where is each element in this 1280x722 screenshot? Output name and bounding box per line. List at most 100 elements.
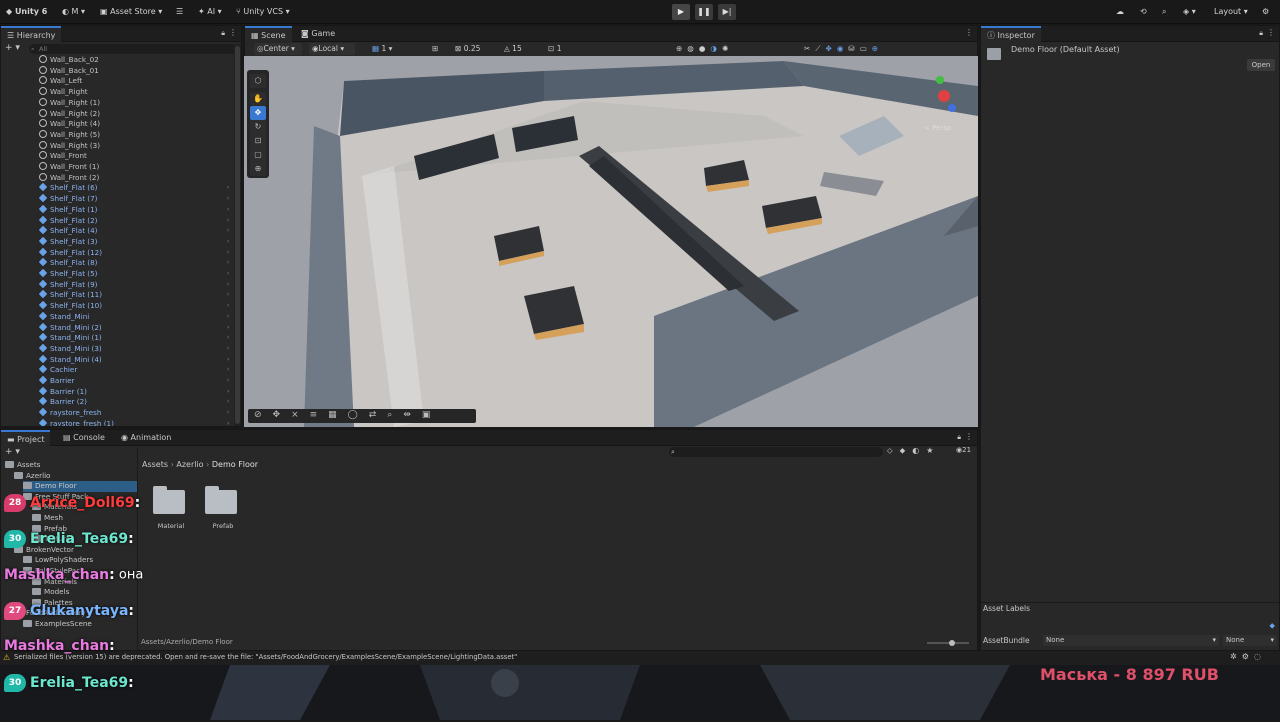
rect-tool-icon[interactable]: ▢ bbox=[250, 148, 266, 162]
scene-view-options[interactable]: ⊕◍●◑✺ bbox=[676, 43, 733, 55]
more-icon[interactable]: ⋮ bbox=[229, 28, 237, 37]
scene-viewport[interactable] bbox=[244, 56, 978, 427]
camera-icon[interactable]: ▭ bbox=[860, 44, 872, 53]
progress-icon[interactable]: ◌ bbox=[1254, 652, 1266, 661]
gizmo-icon[interactable]: ✥ bbox=[826, 44, 837, 53]
hierarchy-item[interactable]: Stand_Mini (4) › bbox=[38, 354, 229, 366]
shading-icon[interactable]: ◍ bbox=[687, 44, 699, 53]
hierarchy-item[interactable]: Wall_Back_01 bbox=[39, 65, 99, 77]
hierarchy-item[interactable]: Barrier › bbox=[38, 375, 229, 387]
hierarchy-item[interactable]: Wall_Right (4) bbox=[39, 119, 100, 130]
prefab-open-icon[interactable]: › bbox=[227, 226, 229, 237]
hierarchy-item[interactable]: Barrier (1) › bbox=[38, 386, 229, 398]
layers-icon[interactable]: ⛁ bbox=[848, 44, 859, 53]
status-icons[interactable]: ✲⚙◌ bbox=[1230, 652, 1266, 661]
breadcrumb-item[interactable]: Azerlio bbox=[176, 460, 203, 469]
grid-snap-toggle[interactable]: ▦ 1 ▾ bbox=[372, 43, 392, 55]
prefab-open-icon[interactable]: › bbox=[227, 290, 229, 301]
hierarchy-item[interactable]: Wall_Front (2) bbox=[39, 172, 99, 184]
zoom-slider-thumb[interactable] bbox=[949, 640, 955, 646]
more-icon[interactable]: ⋮ bbox=[965, 28, 973, 37]
layout-dropdown[interactable]: Layout ▾ bbox=[1214, 5, 1248, 19]
prefab-open-icon[interactable]: › bbox=[227, 408, 229, 419]
space-dropdown[interactable]: ◉Local ▾ bbox=[309, 43, 355, 55]
search-input[interactable]: ⌕ All bbox=[29, 44, 239, 54]
history-icon[interactable]: ⟲ bbox=[1140, 5, 1147, 19]
label-icon[interactable]: ⬥ bbox=[900, 446, 913, 455]
audio-icon[interactable]: ⟋ bbox=[815, 44, 825, 53]
hierarchy-item[interactable]: raystore_fresh (1) › bbox=[38, 418, 229, 426]
create-button[interactable]: + ▾ bbox=[5, 447, 20, 457]
hierarchy-item[interactable]: Wall_Right (2) bbox=[39, 108, 100, 120]
globe-icon[interactable]: ⊕ bbox=[676, 44, 687, 53]
cloud-icon[interactable]: ☁ bbox=[1116, 5, 1124, 19]
sphere-icon[interactable]: ● bbox=[699, 44, 711, 53]
play-button[interactable]: ▶ bbox=[672, 4, 690, 20]
filter-icon[interactable]: ⬦ bbox=[887, 446, 900, 455]
asset-bundle-dropdown[interactable]: None ▾ bbox=[1043, 635, 1219, 646]
hierarchy-item[interactable]: Stand_Mini (2) › bbox=[38, 322, 229, 334]
hierarchy-item[interactable]: Shelf_Flat (11) › bbox=[38, 290, 229, 301]
prefab-open-icon[interactable]: › bbox=[227, 248, 229, 259]
move-tool-icon[interactable]: ✥ bbox=[250, 106, 266, 120]
hierarchy-item[interactable]: Stand_Mini › bbox=[38, 311, 229, 323]
tag-icon[interactable]: ⬥ bbox=[1269, 621, 1275, 631]
transform-tool-icon[interactable]: ⊕ bbox=[250, 162, 266, 176]
type-icon[interactable]: ◐ bbox=[912, 446, 926, 455]
hierarchy-item[interactable]: Cachier › bbox=[38, 365, 229, 376]
prefab-open-icon[interactable]: › bbox=[227, 387, 229, 398]
scale-tool-icon[interactable]: ⊡ bbox=[250, 134, 266, 148]
rotate-snap-field[interactable]: ◬ 15 bbox=[504, 43, 522, 55]
lighting-icon[interactable]: ✺ bbox=[722, 44, 733, 53]
step-button[interactable]: ▶| bbox=[718, 4, 736, 20]
gizmos-dropdown[interactable]: ⊕ bbox=[872, 44, 883, 53]
hierarchy-item[interactable]: Shelf_Flat (3) › bbox=[38, 236, 229, 248]
lock-icon[interactable]: 🔒︎ bbox=[957, 433, 961, 442]
hierarchy-item[interactable]: Barrier (2) › bbox=[38, 397, 229, 408]
scrollbar-thumb[interactable] bbox=[235, 46, 240, 424]
prefab-open-icon[interactable]: › bbox=[227, 376, 229, 387]
hierarchy-item[interactable]: Stand_Mini (1) › bbox=[38, 332, 229, 344]
hierarchy-item[interactable]: Wall_Right (5) bbox=[39, 129, 100, 141]
hierarchy-item[interactable]: Wall_Front (1) bbox=[39, 162, 99, 173]
hierarchy-item[interactable]: Shelf_Flat (1) › bbox=[38, 204, 229, 216]
prefab-open-icon[interactable]: › bbox=[227, 355, 229, 366]
menu-icon[interactable]: ☰ bbox=[176, 5, 183, 19]
hierarchy-item[interactable]: Shelf_Flat (8) › bbox=[38, 258, 229, 269]
hidden-count[interactable]: ◉21 bbox=[956, 446, 971, 454]
project-tree-item[interactable]: Azerlio bbox=[14, 471, 50, 482]
component-tools[interactable]: ⊘✥⨯≡▦◯⇄⌕⇹▣ bbox=[254, 410, 441, 420]
settings-icon[interactable]: ⚙ bbox=[1262, 5, 1269, 19]
hierarchy-item[interactable]: Shelf_Flat (4) › bbox=[38, 225, 229, 237]
project-search-input[interactable]: ⌕ bbox=[669, 447, 883, 457]
tab-scene[interactable]: ▦ Scene bbox=[245, 26, 292, 42]
lock-icon[interactable]: 🔒︎ bbox=[1259, 29, 1263, 38]
add-button[interactable]: + ▾ bbox=[5, 43, 20, 53]
hierarchy-item[interactable]: Shelf_Flat (7) › bbox=[38, 193, 229, 205]
prefab-open-icon[interactable]: › bbox=[227, 216, 229, 227]
rotate-tool-icon[interactable]: ↻ bbox=[250, 120, 266, 134]
hierarchy-item[interactable]: Wall_Left bbox=[39, 76, 82, 87]
fx-icon[interactable]: ✂ bbox=[804, 44, 815, 53]
unity-logo-menu[interactable]: ◆ Unity 6 bbox=[6, 5, 47, 19]
asset-store-dropdown[interactable]: ▣ Asset Store ▾ bbox=[100, 5, 162, 19]
tab-hierarchy[interactable]: ☰ Hierarchy bbox=[1, 26, 62, 42]
tab-console[interactable]: ▤ Console bbox=[57, 430, 111, 446]
hierarchy-item[interactable]: Wall_Front bbox=[39, 151, 87, 162]
prefab-open-icon[interactable]: › bbox=[227, 365, 229, 376]
vcs-dropdown[interactable]: ⑂ Unity VCS ▾ bbox=[236, 5, 290, 19]
ai-dropdown[interactable]: ✦ AI ▾ bbox=[198, 5, 222, 19]
tab-project[interactable]: ▬ Project bbox=[1, 430, 51, 446]
account-dropdown[interactable]: ◐ M ▾ bbox=[62, 5, 85, 19]
breadcrumb-item[interactable]: Demo Floor bbox=[212, 460, 258, 469]
project-tree-item[interactable]: Assets bbox=[5, 460, 40, 471]
prefab-open-icon[interactable]: › bbox=[227, 419, 229, 426]
prefab-open-icon[interactable]: › bbox=[227, 397, 229, 408]
prefab-open-icon[interactable]: › bbox=[227, 269, 229, 280]
prefab-open-icon[interactable]: › bbox=[227, 237, 229, 248]
scene-view-options-right[interactable]: ✂⟋✥◉⛁▭⊕ bbox=[804, 43, 883, 55]
prefab-open-icon[interactable]: › bbox=[227, 301, 229, 312]
scrollbar[interactable] bbox=[234, 44, 241, 426]
prefab-open-icon[interactable]: › bbox=[227, 333, 229, 344]
view-tool-icon[interactable]: ⬡ bbox=[250, 74, 266, 88]
